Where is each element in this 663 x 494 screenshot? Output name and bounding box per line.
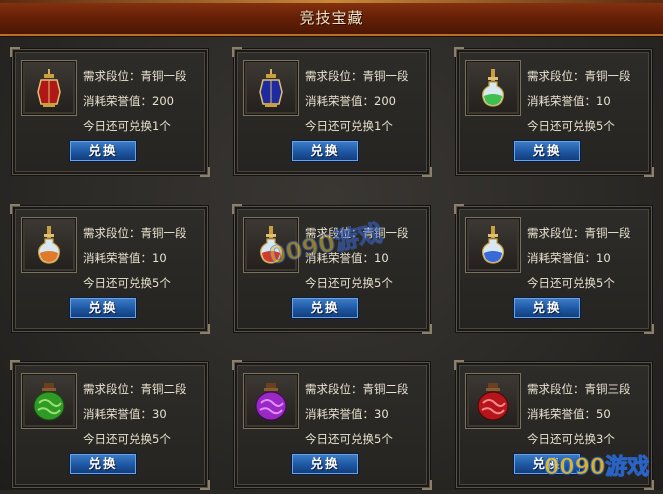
reward-card: 需求段位：青铜一段 消耗荣誉值：10 今日还可兑换5个 兑换 <box>454 204 654 334</box>
required-rank: 需求段位：青铜一段 <box>527 69 631 83</box>
honor-cost: 消耗荣誉值：10 <box>527 94 611 108</box>
exchange-limit: 今日还可兑换5个 <box>527 119 615 133</box>
exchange-button[interactable]: 兑换 <box>513 297 581 319</box>
purple-jar-icon <box>255 383 287 421</box>
reward-card: 需求段位：青铜一段 消耗荣誉值：10 今日还可兑换5个 兑换 <box>232 204 432 334</box>
exchange-limit: 今日还可兑换1个 <box>83 119 171 133</box>
honor-cost: 消耗荣誉值：50 <box>527 407 611 421</box>
exchange-button[interactable]: 兑换 <box>69 297 137 319</box>
item-slot[interactable] <box>21 60 77 116</box>
honor-cost: 消耗荣誉值：30 <box>305 407 389 421</box>
exchange-button[interactable]: 兑换 <box>291 297 359 319</box>
red-jar-icon <box>477 383 509 421</box>
honor-cost: 消耗荣誉值：10 <box>305 251 389 265</box>
required-rank: 需求段位：青铜三段 <box>527 382 631 396</box>
exchange-limit: 今日还可兑换5个 <box>527 276 615 290</box>
exchange-limit: 今日还可兑换5个 <box>305 276 393 290</box>
green-potion-icon <box>482 69 504 107</box>
reward-card: 需求段位：青铜一段 消耗荣誉值：10 今日还可兑换5个 兑换 <box>454 47 654 177</box>
exchange-button[interactable]: 兑换 <box>513 453 581 475</box>
exchange-button[interactable]: 兑换 <box>69 453 137 475</box>
item-slot[interactable] <box>243 60 299 116</box>
reward-card: 需求段位：青铜三段 消耗荣誉值：50 今日还可兑换3个 兑换 <box>454 360 654 490</box>
item-slot[interactable] <box>243 373 299 429</box>
required-rank: 需求段位：青铜一段 <box>305 226 409 240</box>
item-slot[interactable] <box>465 217 521 273</box>
reward-card: 需求段位：青铜一段 消耗荣誉值：200 今日还可兑换1个 兑换 <box>10 47 210 177</box>
honor-cost: 消耗荣誉值：30 <box>83 407 167 421</box>
item-slot[interactable] <box>243 217 299 273</box>
reward-card: 需求段位：青铜一段 消耗荣誉值：200 今日还可兑换1个 兑换 <box>232 47 432 177</box>
exchange-limit: 今日还可兑换5个 <box>83 432 171 446</box>
honor-cost: 消耗荣誉值：10 <box>83 251 167 265</box>
item-slot[interactable] <box>21 217 77 273</box>
exchange-button[interactable]: 兑换 <box>513 140 581 162</box>
title-bar: 竞技宝藏 <box>0 0 663 36</box>
required-rank: 需求段位：青铜二段 <box>305 382 409 396</box>
required-rank: 需求段位：青铜二段 <box>83 382 187 396</box>
required-rank: 需求段位：青铜一段 <box>83 226 187 240</box>
required-rank: 需求段位：青铜一段 <box>83 69 187 83</box>
exchange-limit: 今日还可兑换5个 <box>83 276 171 290</box>
item-slot[interactable] <box>465 373 521 429</box>
exchange-limit: 今日还可兑换3个 <box>527 432 615 446</box>
reward-card: 需求段位：青铜一段 消耗荣誉值：10 今日还可兑换5个 兑换 <box>10 204 210 334</box>
red-lantern-icon <box>37 69 61 107</box>
blue-potion-icon <box>482 226 504 264</box>
treasure-panel: 竞技宝藏 需求段位：青铜一段 消耗荣誉值：200 今日还可兑换1个 兑换 需求段… <box>0 0 663 490</box>
green-jar-icon <box>33 383 65 421</box>
item-slot[interactable] <box>465 60 521 116</box>
required-rank: 需求段位：青铜一段 <box>527 226 631 240</box>
honor-cost: 消耗荣誉值：200 <box>83 94 174 108</box>
exchange-button[interactable]: 兑换 <box>291 453 359 475</box>
reward-card: 需求段位：青铜二段 消耗荣誉值：30 今日还可兑换5个 兑换 <box>10 360 210 490</box>
red-potion-icon <box>260 226 282 264</box>
exchange-limit: 今日还可兑换5个 <box>305 432 393 446</box>
panel-title: 竞技宝藏 <box>299 9 364 27</box>
orange-potion-icon <box>38 226 60 264</box>
reward-card: 需求段位：青铜二段 消耗荣誉值：30 今日还可兑换5个 兑换 <box>232 360 432 490</box>
blue-lantern-icon <box>259 69 283 107</box>
exchange-button[interactable]: 兑换 <box>69 140 137 162</box>
honor-cost: 消耗荣誉值：10 <box>527 251 611 265</box>
honor-cost: 消耗荣誉值：200 <box>305 94 396 108</box>
exchange-limit: 今日还可兑换1个 <box>305 119 393 133</box>
exchange-button[interactable]: 兑换 <box>291 140 359 162</box>
required-rank: 需求段位：青铜一段 <box>305 69 409 83</box>
item-slot[interactable] <box>21 373 77 429</box>
